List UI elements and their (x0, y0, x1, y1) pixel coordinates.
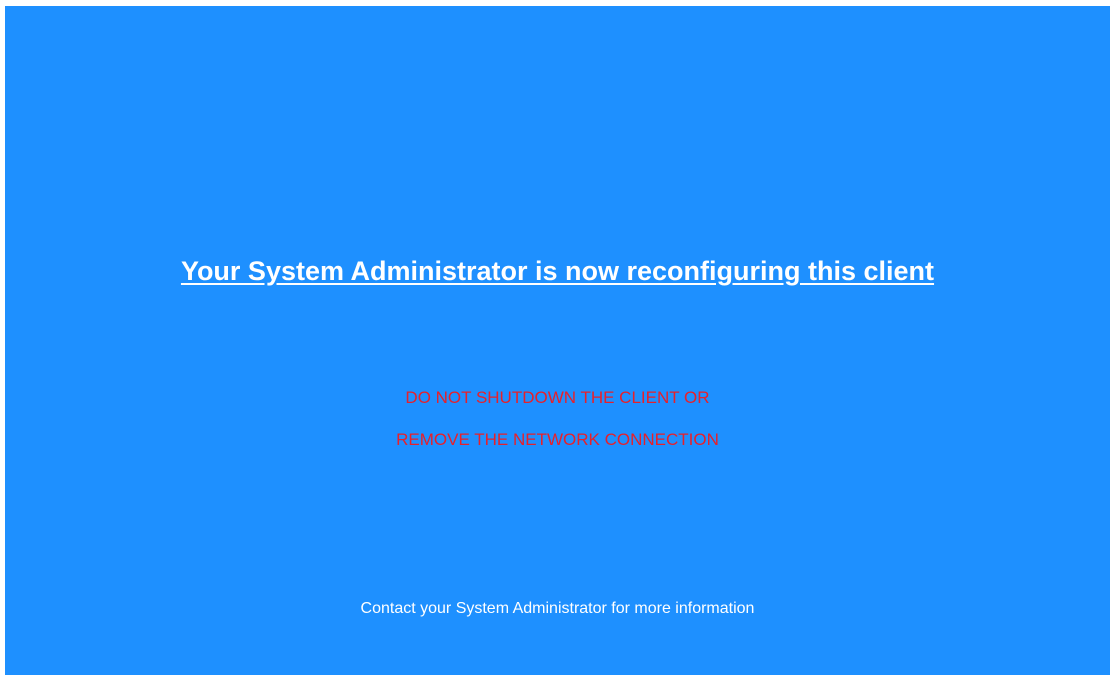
headline-title: Your System Administrator is now reconfi… (180, 256, 935, 286)
reconfiguration-screen: Your System Administrator is now reconfi… (5, 6, 1110, 675)
warning-line-network: REMOVE THE NETWORK CONNECTION (396, 430, 719, 449)
warning-line-shutdown: DO NOT SHUTDOWN THE CLIENT OR (405, 388, 710, 407)
footer-contact-text: Contact your System Administrator for mo… (360, 600, 755, 617)
